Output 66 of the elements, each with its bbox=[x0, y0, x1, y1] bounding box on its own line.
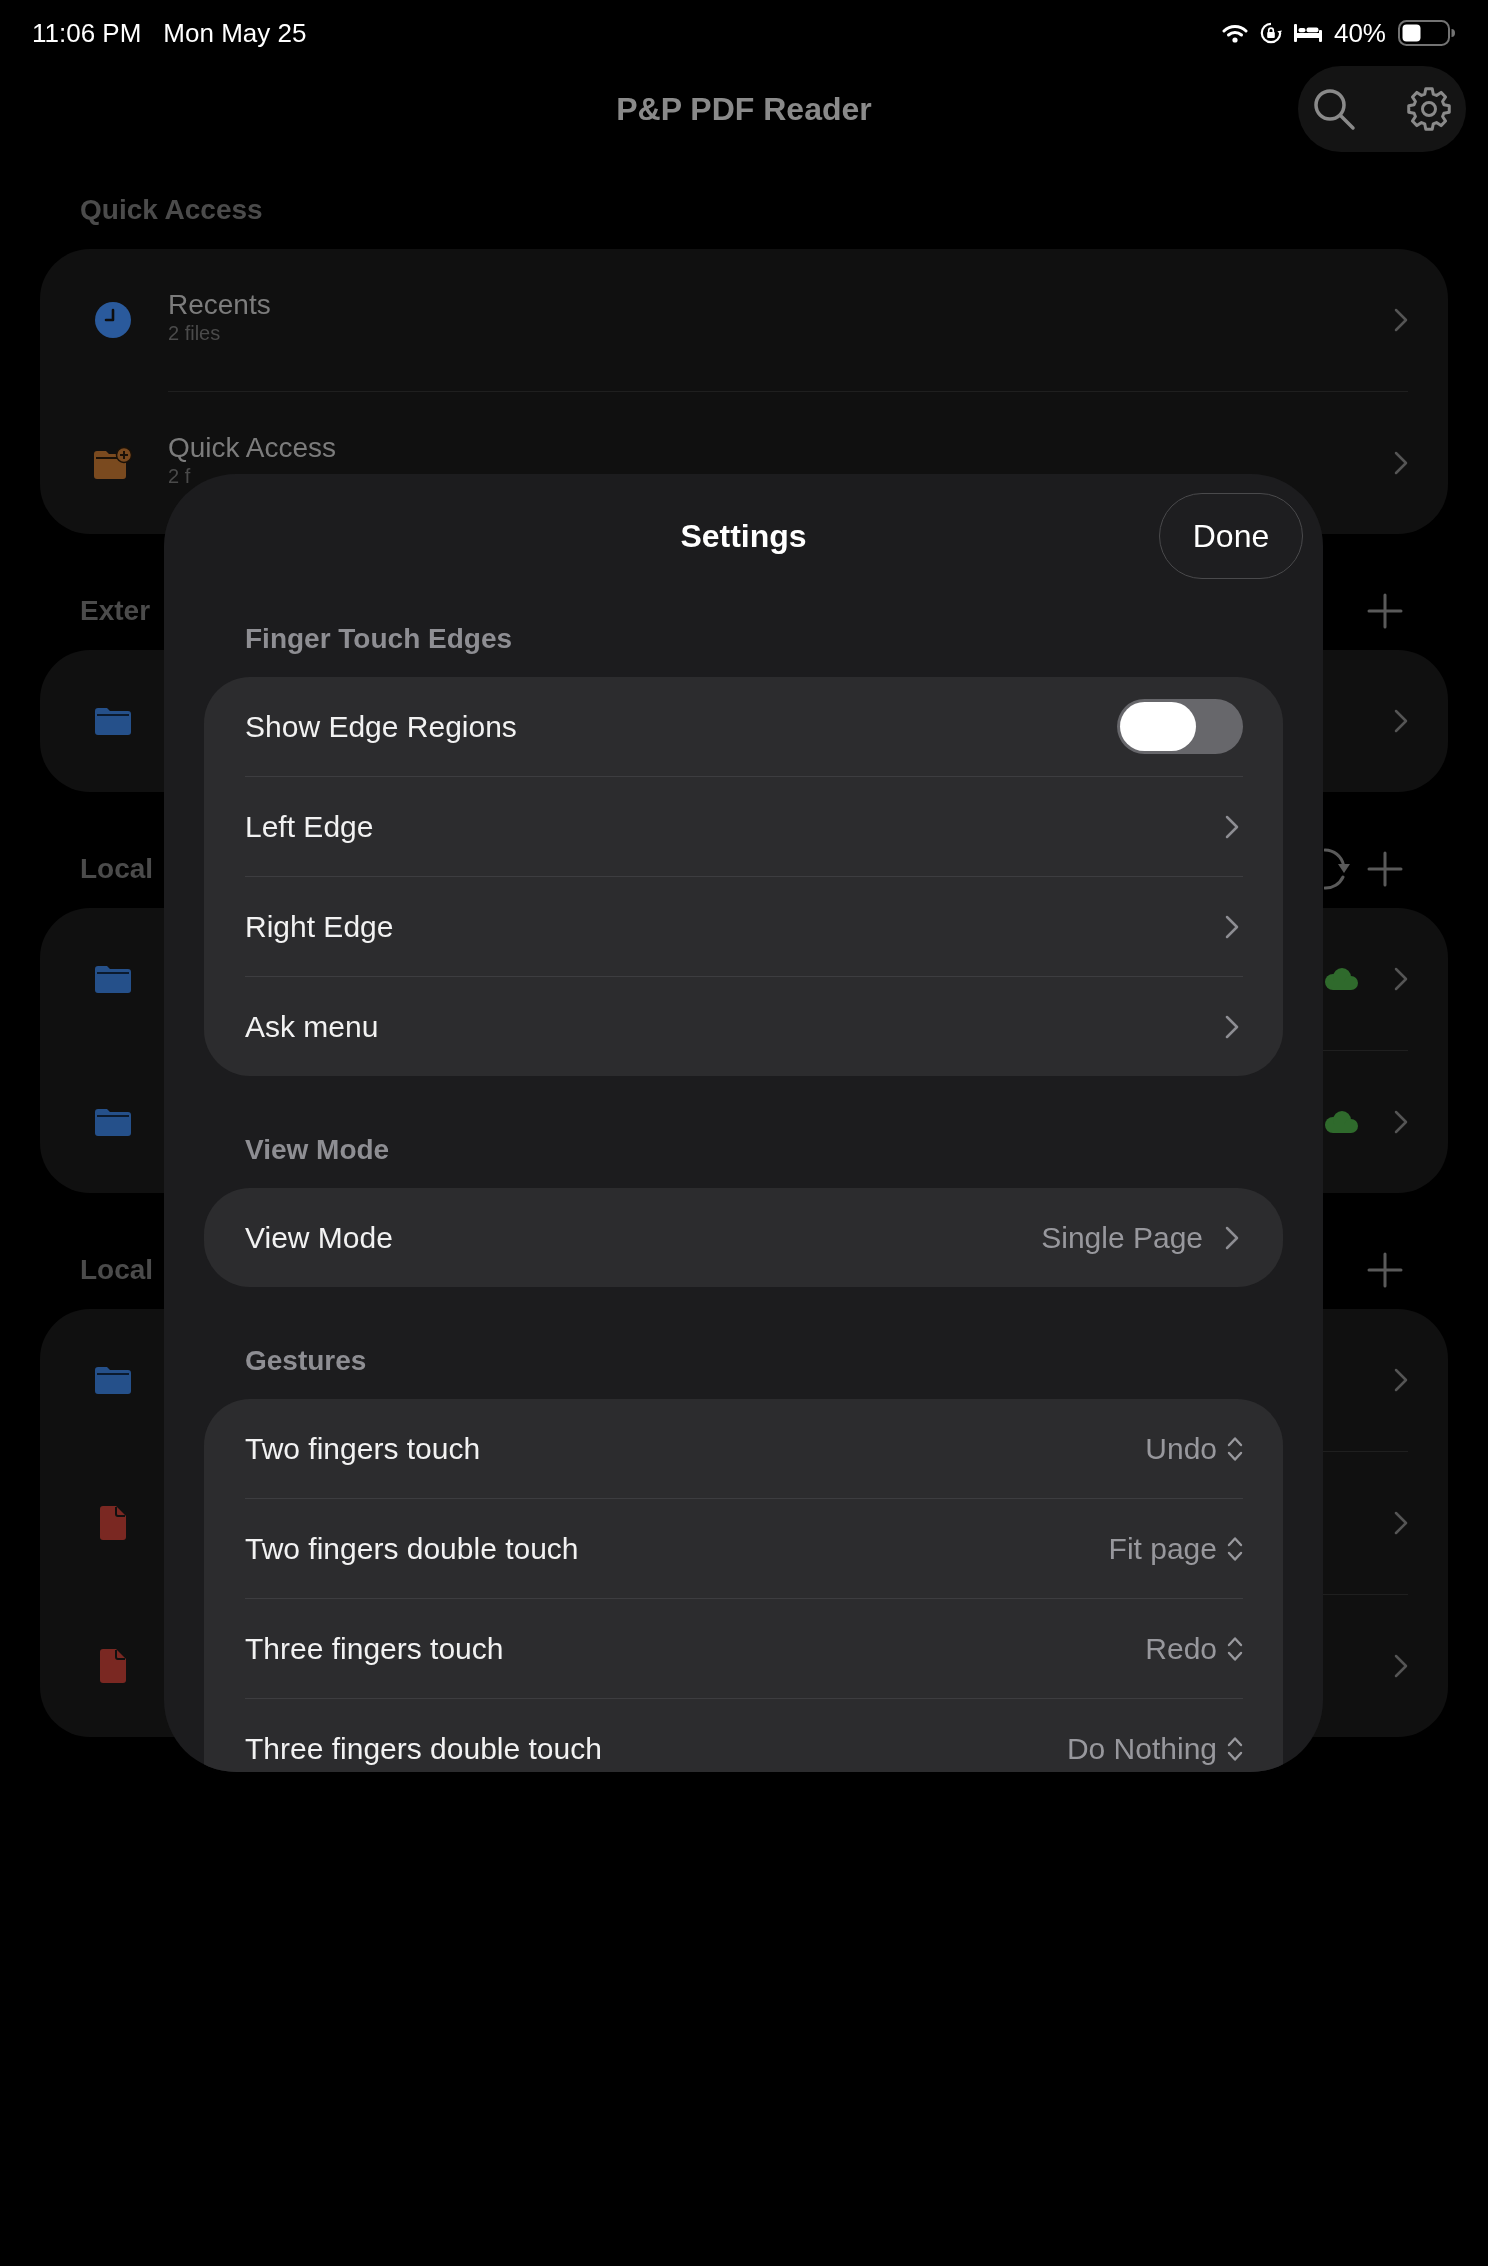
search-icon[interactable] bbox=[1312, 87, 1356, 131]
setting-label: Three fingers touch bbox=[245, 1631, 504, 1667]
chevron-icon bbox=[1394, 1511, 1408, 1535]
folder-icon bbox=[95, 965, 131, 993]
chevron-up-down-icon[interactable] bbox=[1227, 1735, 1243, 1762]
rotation-lock-icon bbox=[1259, 22, 1282, 44]
setting-label: Left Edge bbox=[245, 809, 374, 845]
setting-value[interactable]: Undo bbox=[1145, 1426, 1217, 1471]
toggle-switch[interactable] bbox=[1117, 699, 1243, 754]
bed-icon bbox=[1293, 24, 1322, 42]
wifi-icon bbox=[1221, 23, 1248, 43]
setting-label: Show Edge Regions bbox=[245, 709, 517, 745]
row-title: Recents bbox=[168, 288, 271, 322]
settings-icon[interactable] bbox=[1406, 86, 1452, 132]
chevron-icon bbox=[1394, 451, 1408, 475]
plus-icon[interactable] bbox=[1367, 851, 1403, 887]
chevron-icon bbox=[1225, 1014, 1239, 1039]
chevron-up-down-icon[interactable] bbox=[1227, 1535, 1243, 1562]
status-time: 11:06 PM bbox=[32, 20, 142, 46]
sheet-title: Settings bbox=[680, 517, 807, 556]
folder-icon bbox=[95, 707, 131, 735]
setting-label: Right Edge bbox=[245, 909, 394, 945]
battery-percentage: 40% bbox=[1333, 20, 1386, 46]
setting-label: Ask menu bbox=[245, 1009, 379, 1045]
plus-icon[interactable] bbox=[1367, 1252, 1403, 1288]
chevron-up-down-icon[interactable] bbox=[1227, 1435, 1243, 1462]
setting-value[interactable]: Redo bbox=[1145, 1626, 1217, 1671]
battery-icon bbox=[1398, 20, 1455, 46]
done-button[interactable]: Done bbox=[1159, 493, 1303, 579]
section-header: Local bbox=[80, 852, 154, 886]
chevron-icon bbox=[1394, 1368, 1408, 1392]
row-title: Quick Access bbox=[168, 431, 337, 465]
chevron-icon bbox=[1394, 709, 1408, 733]
document-icon bbox=[100, 1506, 126, 1540]
chevron-icon bbox=[1394, 967, 1408, 991]
folder-icon bbox=[95, 1108, 131, 1136]
setting-value[interactable]: Fit page bbox=[1108, 1526, 1217, 1571]
app-title: P&P PDF Reader bbox=[616, 90, 872, 129]
chevron-icon bbox=[1225, 914, 1239, 939]
setting-label: Two fingers double touch bbox=[245, 1531, 579, 1567]
chevron-icon bbox=[1225, 814, 1239, 839]
section-header: Quick Access bbox=[80, 193, 263, 227]
chevron-icon bbox=[1225, 1225, 1239, 1250]
section-header: Local bbox=[80, 1253, 154, 1287]
setting-value[interactable]: Single Page bbox=[1041, 1215, 1203, 1260]
section-header: View Mode bbox=[244, 1133, 391, 1167]
row-subtitle: 2 f bbox=[168, 465, 192, 487]
chevron-up-down-icon[interactable] bbox=[1227, 1635, 1243, 1662]
section-header: Finger Touch Edges bbox=[244, 622, 514, 656]
section-header: Gestures bbox=[244, 1344, 368, 1378]
setting-label: View Mode bbox=[245, 1220, 393, 1256]
folder-icon bbox=[95, 1366, 131, 1394]
chevron-icon bbox=[1394, 308, 1408, 332]
setting-value[interactable]: Do Nothing bbox=[1066, 1726, 1217, 1771]
status-date: Mon May 25 bbox=[163, 20, 307, 46]
row-subtitle: 2 files bbox=[168, 322, 222, 344]
refresh-icon[interactable] bbox=[1324, 848, 1352, 890]
setting-label: Three fingers double touch bbox=[245, 1731, 602, 1767]
folder-plus-icon bbox=[94, 447, 132, 479]
document-icon bbox=[100, 1649, 126, 1683]
clock-icon bbox=[95, 302, 131, 338]
section-header: Exter bbox=[80, 594, 151, 628]
chevron-icon bbox=[1394, 1654, 1408, 1678]
chevron-icon bbox=[1394, 1110, 1408, 1134]
setting-label: Two fingers touch bbox=[245, 1431, 481, 1467]
plus-icon[interactable] bbox=[1367, 593, 1403, 629]
